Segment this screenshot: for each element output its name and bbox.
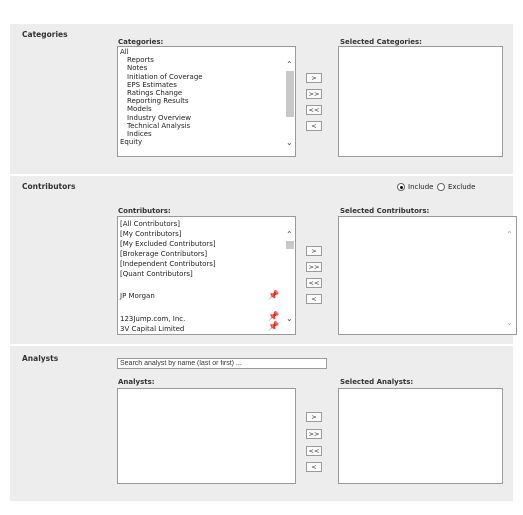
selected-contributors-listbox[interactable]: ⌃ ⌄ <box>338 216 517 335</box>
list-item[interactable]: Initiation of Coverage <box>120 73 203 81</box>
list-item[interactable]: [My Contributors] <box>120 229 216 239</box>
list-item[interactable]: Models <box>120 105 203 113</box>
pin-icon[interactable]: 📌 <box>268 291 279 301</box>
add-all-analysts-button[interactable]: >> <box>306 429 322 439</box>
add-all-contributors-button[interactable]: >> <box>306 262 322 272</box>
contributors-list-label: Contributors: <box>118 207 171 215</box>
include-radio[interactable] <box>397 183 405 191</box>
exclude-radio[interactable] <box>437 183 445 191</box>
categories-section-title: Categories <box>22 30 68 39</box>
list-item[interactable]: [Brokerage Contributors] <box>120 249 216 259</box>
scroll-down-icon[interactable]: ⌄ <box>286 139 293 147</box>
list-item[interactable]: Notes <box>120 64 203 72</box>
add-analyst-button[interactable]: > <box>306 412 322 422</box>
list-item[interactable]: [Independent Contributors] <box>120 259 216 269</box>
list-item[interactable]: All <box>120 48 203 56</box>
scroll-up-icon[interactable]: ⌃ <box>286 61 293 69</box>
remove-category-button[interactable]: < <box>306 121 322 131</box>
list-item[interactable]: Equity <box>120 138 203 146</box>
list-item-pinned[interactable]: JP Morgan <box>120 291 155 301</box>
scroll-up-icon[interactable]: ⌃ <box>286 231 293 239</box>
pin-icon[interactable]: 📌 <box>268 312 279 322</box>
categories-scrollbar[interactable]: ⌃ ⌄ <box>285 47 295 156</box>
remove-analyst-button[interactable]: < <box>306 462 322 472</box>
remove-all-analysts-button[interactable]: << <box>306 446 322 456</box>
contributors-scrollbar[interactable]: ⌃ ⌄ <box>285 217 295 334</box>
pin-icon[interactable]: 📌 <box>268 322 279 332</box>
scroll-down-icon[interactable]: ⌄ <box>506 319 513 327</box>
selected-categories-label: Selected Categories: <box>340 38 422 46</box>
add-all-categories-button[interactable]: >> <box>306 89 322 99</box>
add-contributor-button[interactable]: > <box>306 246 322 256</box>
list-item[interactable]: [Quant Contributors] <box>120 269 216 279</box>
add-category-button[interactable]: > <box>306 73 322 83</box>
contributors-section-title: Contributors <box>22 182 76 191</box>
analysts-listbox[interactable] <box>117 388 296 484</box>
list-item[interactable]: Ratings Change <box>120 89 203 97</box>
list-item[interactable]: EPS Estimates <box>120 81 203 89</box>
list-item[interactable]: Indices <box>120 130 203 138</box>
selected-analysts-listbox[interactable] <box>338 388 503 484</box>
analyst-search-input[interactable] <box>117 358 327 369</box>
exclude-label: Exclude <box>448 183 476 191</box>
scroll-down-icon[interactable]: ⌄ <box>286 315 293 323</box>
list-item[interactable]: Industry Overview <box>120 114 203 122</box>
categories-listbox[interactable]: All Reports Notes Initiation of Coverage EPS… <box>117 46 296 157</box>
list-item[interactable]: [My Excluded Contributors] <box>120 239 216 249</box>
list-item[interactable]: 123Jump.com, Inc. <box>120 314 185 324</box>
list-item[interactable]: [All Contributors] <box>120 219 216 229</box>
list-item[interactable]: Reporting Results <box>120 97 203 105</box>
scrollbar-thumb[interactable] <box>286 241 294 249</box>
scrollbar-thumb[interactable] <box>286 71 294 117</box>
selected-categories-listbox[interactable] <box>338 46 503 157</box>
analysts-section-title: Analysts <box>22 354 59 363</box>
include-label: Include <box>408 183 434 191</box>
list-item[interactable]: 3V Capital Limited <box>120 324 185 334</box>
analysts-list-label: Analysts: <box>118 378 155 386</box>
remove-all-contributors-button[interactable]: << <box>306 278 322 288</box>
remove-contributor-button[interactable]: < <box>306 294 322 304</box>
list-item[interactable]: Technical Analysis <box>120 122 203 130</box>
list-item[interactable]: Reports <box>120 56 203 64</box>
remove-all-categories-button[interactable]: << <box>306 105 322 115</box>
scroll-up-icon[interactable]: ⌃ <box>506 231 513 239</box>
categories-list-label: Categories: <box>118 38 164 46</box>
selected-analysts-label: Selected Analysts: <box>340 378 414 386</box>
contributors-listbox[interactable]: [All Contributors] [My Contributors] [My E… <box>117 216 296 335</box>
selected-contributors-label: Selected Contributors: <box>340 207 430 215</box>
